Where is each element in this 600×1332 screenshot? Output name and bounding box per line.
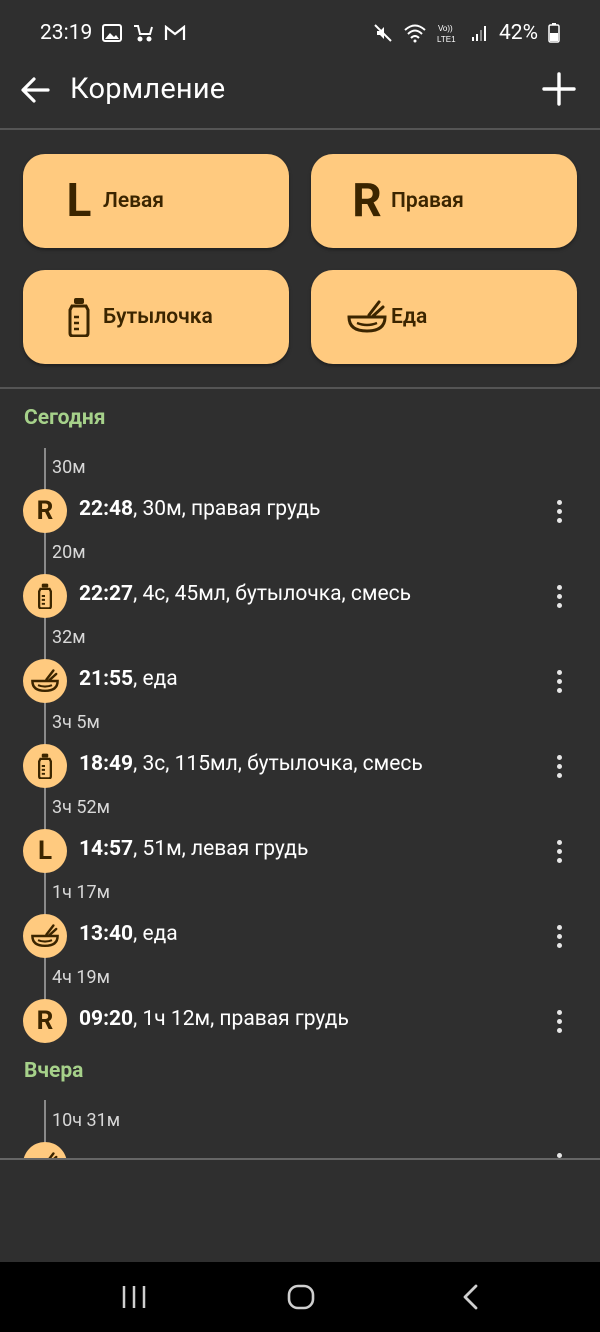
mute-icon bbox=[373, 23, 393, 43]
status-time: 23:19 bbox=[40, 21, 93, 45]
entry-text: 14:57, 51м, левая грудь bbox=[79, 837, 308, 861]
feeding-entry[interactable]: R 22:48, 30м, правая грудь bbox=[0, 485, 600, 535]
bottle-icon bbox=[23, 574, 67, 618]
entry-details: , 51м, левая грудь bbox=[133, 837, 309, 861]
bottle-label: Бутылочка bbox=[103, 305, 213, 329]
left-breast-button[interactable]: L Левая bbox=[23, 154, 289, 248]
entry-time: 18:49 bbox=[79, 752, 134, 776]
system-nav-bar bbox=[0, 1262, 600, 1332]
entry-time: 22:48 bbox=[79, 497, 134, 521]
entry-text: 22:27, 4с, 45мл, бутылочка, смесь bbox=[79, 582, 411, 606]
page-title: Кормление bbox=[70, 72, 226, 106]
stroller-icon bbox=[132, 23, 154, 43]
food-label: Еда bbox=[391, 305, 428, 329]
right-letter: R bbox=[352, 174, 382, 228]
entry-time: 09:20 bbox=[79, 1007, 134, 1031]
feeding-entry[interactable]: L 14:57, 51м, левая грудь bbox=[0, 825, 600, 875]
cards-divider bbox=[0, 387, 600, 389]
bowl-icon bbox=[23, 1142, 67, 1158]
app-bar: Кормление bbox=[0, 58, 600, 128]
bowl-icon bbox=[23, 659, 67, 703]
back-icon[interactable] bbox=[450, 1280, 490, 1314]
volte-icon: Vo)) LTE1 bbox=[437, 22, 461, 44]
right-breast-button[interactable]: R Правая bbox=[311, 154, 577, 248]
more-vert-icon[interactable] bbox=[548, 578, 570, 614]
entry-text: 18:49, 3с, 115мл, бутылочка, смесь bbox=[79, 752, 423, 776]
entry-text: 22:48, 30м, правая грудь bbox=[79, 497, 320, 521]
entry-time: 13:40 bbox=[79, 922, 134, 946]
feeding-entry[interactable]: R 09:20, 1ч 12м, правая грудь bbox=[0, 995, 600, 1045]
more-vert-icon[interactable] bbox=[548, 1003, 570, 1039]
add-icon[interactable] bbox=[542, 72, 576, 106]
left-letter-icon: L bbox=[23, 829, 67, 873]
wifi-icon bbox=[403, 23, 427, 43]
section-today: Сегодня bbox=[24, 406, 106, 430]
entry-details: , еда bbox=[133, 922, 178, 946]
entry-details: , 4с, 45мл, бутылочка, смесь bbox=[133, 582, 411, 606]
right-letter-icon: R bbox=[23, 489, 67, 533]
gap-label: 32м bbox=[52, 627, 86, 648]
svg-text:Vo)): Vo)) bbox=[438, 24, 453, 33]
feeding-entry[interactable]: 22:27, 4с, 45мл, бутылочка, смесь bbox=[0, 570, 600, 620]
bottle-icon bbox=[23, 744, 67, 788]
food-button[interactable]: Еда bbox=[311, 270, 577, 364]
signal-icon bbox=[471, 24, 489, 42]
entry-text: 21:55, еда bbox=[79, 667, 178, 691]
list-bottom-divider bbox=[0, 1158, 600, 1160]
feeding-entry[interactable]: 18:49, 3с, 115мл, бутылочка, смесь bbox=[0, 740, 600, 790]
feeding-history[interactable]: Сегодня 30м R 22:48, 30м, правая грудь 2… bbox=[0, 390, 600, 1158]
gap-label: 4ч 19м bbox=[52, 967, 110, 988]
svg-text:LTE1: LTE1 bbox=[437, 35, 456, 44]
gap-label: 30м bbox=[52, 457, 86, 478]
entry-details: , 1ч 12м, правая грудь bbox=[133, 1007, 349, 1031]
gap-label: 3ч 52м bbox=[52, 797, 110, 818]
more-vert-icon[interactable] bbox=[548, 918, 570, 954]
gmail-icon bbox=[164, 25, 186, 41]
entry-time: 21:55 bbox=[79, 667, 134, 691]
more-vert-icon[interactable] bbox=[548, 663, 570, 699]
battery-icon bbox=[548, 23, 560, 43]
bottle-icon bbox=[57, 297, 101, 337]
right-label: Правая bbox=[391, 189, 464, 213]
gap-label: 3ч 5м bbox=[52, 712, 100, 733]
more-vert-icon[interactable] bbox=[548, 833, 570, 869]
entry-details: , 30м, правая грудь bbox=[133, 497, 321, 521]
entry-text: 09:20, 1ч 12м, правая грудь bbox=[79, 1007, 349, 1031]
more-vert-icon[interactable] bbox=[548, 1146, 570, 1158]
gallery-icon bbox=[102, 24, 123, 42]
entry-text: 13:40, еда bbox=[79, 922, 178, 946]
status-bar: 23:19 Vo)) LTE1 42% bbox=[0, 0, 600, 66]
bowl-icon bbox=[345, 297, 389, 337]
back-arrow-icon[interactable] bbox=[18, 72, 54, 108]
feeding-entry[interactable]: 13:40, еда bbox=[0, 910, 600, 960]
recent-apps-icon[interactable] bbox=[114, 1280, 154, 1314]
entry-details: , еда bbox=[133, 667, 178, 691]
more-vert-icon[interactable] bbox=[548, 748, 570, 784]
gap-label: 20м bbox=[52, 542, 86, 563]
left-label: Левая bbox=[103, 189, 165, 213]
gap-label: 10ч 31м bbox=[52, 1110, 121, 1131]
more-vert-icon[interactable] bbox=[548, 493, 570, 529]
header-divider bbox=[0, 128, 600, 130]
battery-percent: 42% bbox=[499, 21, 538, 45]
feeding-entry[interactable] bbox=[0, 1138, 600, 1158]
bowl-icon bbox=[23, 914, 67, 958]
entry-time: 22:27 bbox=[79, 582, 134, 606]
feeding-entry[interactable]: 21:55, еда bbox=[0, 655, 600, 705]
entry-time: 14:57 bbox=[79, 837, 134, 861]
section-yesterday: Вчера bbox=[24, 1059, 84, 1083]
home-icon[interactable] bbox=[281, 1280, 321, 1314]
gap-label: 1ч 17м bbox=[52, 882, 110, 903]
right-letter-icon: R bbox=[23, 999, 67, 1043]
left-letter: L bbox=[66, 174, 92, 228]
entry-details: , 3с, 115мл, бутылочка, смесь bbox=[133, 752, 423, 776]
bottle-button[interactable]: Бутылочка bbox=[23, 270, 289, 364]
